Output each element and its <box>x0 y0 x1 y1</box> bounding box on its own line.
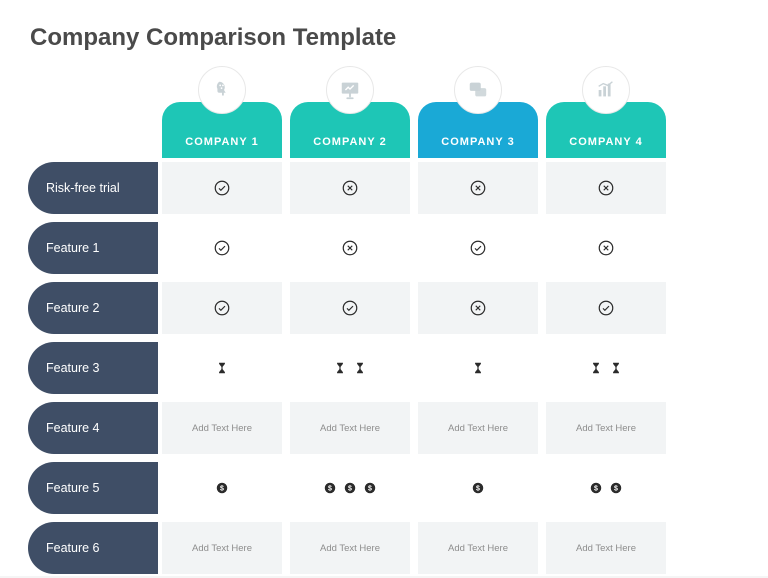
cell <box>546 282 666 334</box>
check-icon <box>597 299 615 317</box>
cross-icon <box>469 299 487 317</box>
placeholder-text: Add Text Here <box>448 543 508 554</box>
cell <box>418 162 538 214</box>
row-label-text: Feature 5 <box>46 481 100 495</box>
cell: $ <box>418 462 538 514</box>
dollar-icon: $ <box>363 481 377 495</box>
cell <box>546 162 666 214</box>
svg-text:$: $ <box>328 485 332 492</box>
placeholder-text: Add Text Here <box>320 423 380 434</box>
cross-icon <box>469 179 487 197</box>
cell <box>546 342 666 394</box>
dollar-icon: $ <box>609 481 623 495</box>
presentation-icon <box>326 66 374 114</box>
cell <box>546 222 666 274</box>
dollar-icon: $ <box>471 481 485 495</box>
row-label: Feature 2 <box>28 282 158 334</box>
placeholder-text: Add Text Here <box>448 423 508 434</box>
cross-icon <box>597 239 615 257</box>
cell: Add Text Here <box>162 522 282 574</box>
comparison-grid: COMPANY 1 COMPANY 2 COMPANY 3 COMPANY 4 Risk… <box>28 66 740 578</box>
row-label: Feature 4 <box>28 402 158 454</box>
cell: Add Text Here <box>290 522 410 574</box>
placeholder-text: Add Text Here <box>192 543 252 554</box>
cell: $ <box>162 462 282 514</box>
placeholder-text: Add Text Here <box>320 543 380 554</box>
cell <box>418 222 538 274</box>
row-label-text: Feature 2 <box>46 301 100 315</box>
cell <box>162 342 282 394</box>
cross-icon <box>341 179 359 197</box>
hourglass-icon <box>609 361 623 375</box>
column-header-4: COMPANY 4 <box>546 66 666 158</box>
row-label-text: Risk-free trial <box>46 181 120 195</box>
dollar-icon: $ <box>589 481 603 495</box>
row-label: Feature 6 <box>28 522 158 574</box>
header-spacer <box>28 66 158 158</box>
dollar-icon: $ <box>343 481 357 495</box>
cell: Add Text Here <box>546 522 666 574</box>
column-header-2: COMPANY 2 <box>290 66 410 158</box>
row-label-text: Feature 4 <box>46 421 100 435</box>
check-icon <box>213 299 231 317</box>
cell: Add Text Here <box>290 402 410 454</box>
check-icon <box>213 239 231 257</box>
head-gear-icon <box>198 66 246 114</box>
svg-text:$: $ <box>476 485 480 492</box>
cell <box>290 162 410 214</box>
column-header-label: COMPANY 4 <box>569 136 642 148</box>
row-label-text: Feature 1 <box>46 241 100 255</box>
hourglass-icon <box>215 361 229 375</box>
cell <box>162 162 282 214</box>
placeholder-text: Add Text Here <box>576 543 636 554</box>
row-label: Feature 1 <box>28 222 158 274</box>
placeholder-text: Add Text Here <box>576 423 636 434</box>
svg-text:$: $ <box>220 485 224 492</box>
check-icon <box>213 179 231 197</box>
column-header-label: COMPANY 2 <box>313 136 386 148</box>
cell: $ $ $ <box>290 462 410 514</box>
svg-text:$: $ <box>348 485 352 492</box>
cross-icon <box>597 179 615 197</box>
svg-text:$: $ <box>368 485 372 492</box>
cell <box>162 282 282 334</box>
dollar-icon: $ <box>215 481 229 495</box>
row-label: Feature 5 <box>28 462 158 514</box>
check-icon <box>469 239 487 257</box>
row-label-text: Feature 6 <box>46 541 100 555</box>
dollar-icon: $ <box>323 481 337 495</box>
hourglass-icon <box>471 361 485 375</box>
cell <box>290 282 410 334</box>
hourglass-icon <box>589 361 603 375</box>
row-label: Risk-free trial <box>28 162 158 214</box>
svg-text:$: $ <box>614 485 618 492</box>
page-title: Company Comparison Template <box>30 24 740 52</box>
cell <box>290 342 410 394</box>
chat-icon <box>454 66 502 114</box>
cell: Add Text Here <box>546 402 666 454</box>
cell: $$ <box>546 462 666 514</box>
column-header-3: COMPANY 3 <box>418 66 538 158</box>
row-label: Feature 3 <box>28 342 158 394</box>
cell <box>418 342 538 394</box>
cell <box>162 222 282 274</box>
hourglass-icon <box>333 361 347 375</box>
cell: Add Text Here <box>162 402 282 454</box>
cross-icon <box>341 239 359 257</box>
column-header-1: COMPANY 1 <box>162 66 282 158</box>
placeholder-text: Add Text Here <box>192 423 252 434</box>
cell: Add Text Here <box>418 402 538 454</box>
cell: Add Text Here <box>418 522 538 574</box>
svg-text:$: $ <box>594 485 598 492</box>
column-header-label: COMPANY 1 <box>185 136 258 148</box>
cell <box>290 222 410 274</box>
bar-chart-icon <box>582 66 630 114</box>
comparison-slide: Company Comparison Template COMPANY 1COM… <box>0 0 768 576</box>
check-icon <box>341 299 359 317</box>
cell <box>418 282 538 334</box>
column-header-label: COMPANY 3 <box>441 136 514 148</box>
row-label-text: Feature 3 <box>46 361 100 375</box>
hourglass-icon <box>353 361 367 375</box>
